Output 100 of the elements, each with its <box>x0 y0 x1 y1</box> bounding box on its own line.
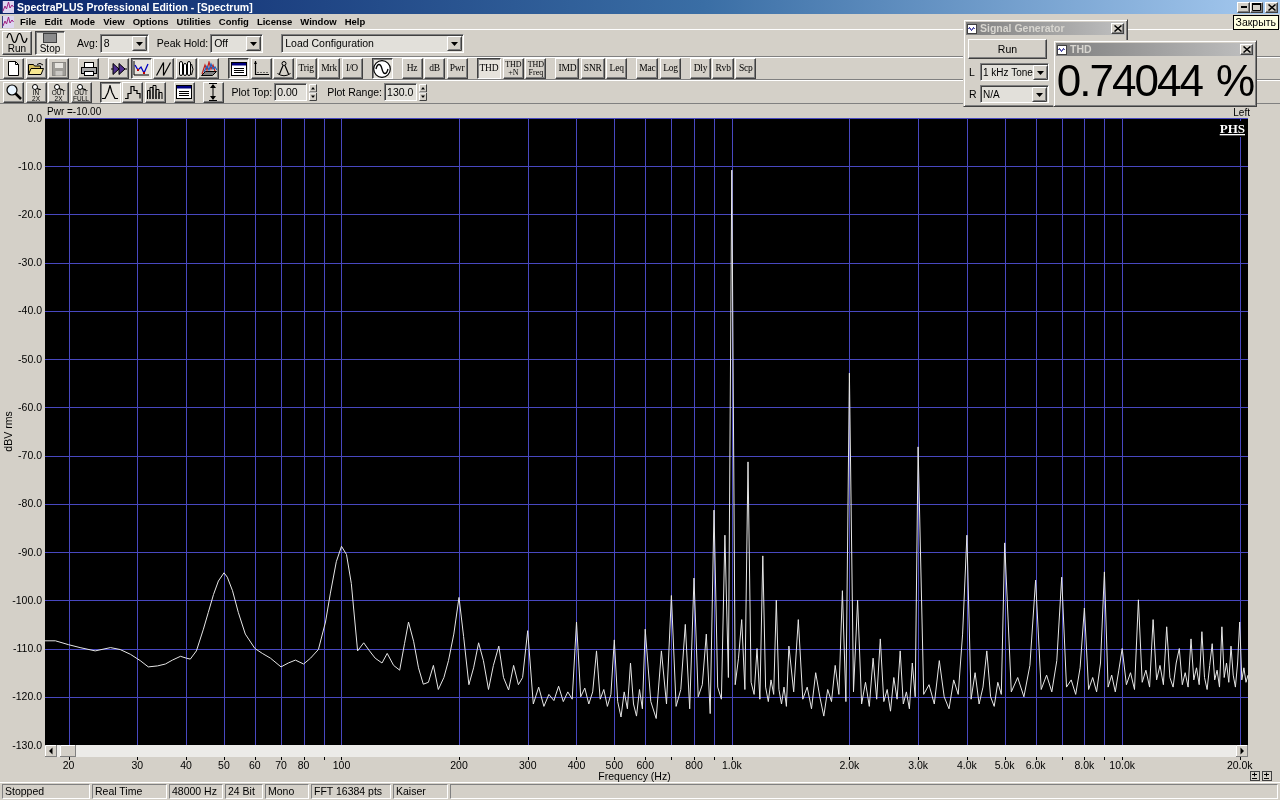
right-arrow-icon <box>1240 747 1244 755</box>
toolbar-button[interactable]: THD Freq <box>525 58 547 79</box>
menu-item[interactable]: Config <box>218 15 249 28</box>
run-button[interactable]: Run <box>2 31 32 55</box>
minimize-button[interactable] <box>1237 1 1250 13</box>
maximize-button[interactable] <box>1250 1 1263 13</box>
close-button[interactable] <box>1240 44 1253 55</box>
dropdown[interactable]: Off <box>210 33 264 53</box>
toolbar-button[interactable]: Scp <box>735 58 757 79</box>
open-folder-icon <box>28 62 44 75</box>
axis-tick-label: 1.0k <box>721 759 742 771</box>
axis-tick-label: 300 <box>518 759 537 771</box>
window-list-icon <box>230 61 247 76</box>
toolbar-button[interactable]: Trig <box>295 58 317 79</box>
menu-item[interactable]: License <box>256 15 293 28</box>
axis-tick-label: -110.0 <box>13 642 42 655</box>
axis-tick-label: 20 <box>62 759 75 771</box>
axis-tick-label: 5.0k <box>994 759 1015 771</box>
field-label: Peak Hold: <box>156 37 209 49</box>
toolbar-button[interactable]: Hz <box>401 58 423 79</box>
scrollbar[interactable] <box>45 745 1248 757</box>
close-icon <box>1242 46 1251 53</box>
new-file-icon <box>8 61 19 76</box>
toolbar-button[interactable] <box>130 58 152 79</box>
scroll-left-button[interactable] <box>45 745 57 757</box>
close-icon <box>1267 3 1276 11</box>
status-text: FFT 16384 pts <box>311 784 391 799</box>
channel-label: Left <box>1233 107 1250 118</box>
dropdown[interactable]: 8 <box>99 33 149 53</box>
axis-tick-label: -80.0 <box>18 497 42 510</box>
axis-tick-label: 30 <box>131 759 144 771</box>
axis-tick-label: -10.0 <box>18 159 42 172</box>
close-button[interactable] <box>1111 23 1124 34</box>
axis-title: dBV rms <box>2 411 14 452</box>
axis-tick-label: -130.0 <box>12 738 42 751</box>
status-text: Real Time <box>92 784 167 799</box>
menu-item[interactable]: View <box>103 15 125 28</box>
toolbar-button[interactable] <box>371 58 393 79</box>
wave-icon <box>1057 44 1067 55</box>
sawtooth-icon <box>155 61 172 76</box>
dropdown[interactable]: N/A <box>980 85 1049 103</box>
menu-item[interactable]: Mode <box>70 15 96 28</box>
dropdown[interactable]: 1 kHz Tone <box>980 63 1049 81</box>
plus-minus-icon[interactable] <box>1262 771 1272 781</box>
axis-tick-label: 8.0k <box>1074 759 1095 771</box>
stop-button[interactable]: Stop <box>35 31 65 55</box>
app-icon[interactable] <box>2 15 14 28</box>
axis-tick-label: 20.0k <box>1226 759 1253 771</box>
toolbar-button[interactable]: I/O <box>341 58 363 79</box>
dropdown[interactable]: Load Configuration <box>281 33 465 53</box>
spin-arrows-icon[interactable] <box>309 83 318 101</box>
number-field[interactable]: 130.0 <box>384 83 418 101</box>
printer-icon <box>80 61 97 76</box>
toolbar-button[interactable]: IMD <box>555 58 580 79</box>
line-graph-icon <box>133 61 149 76</box>
toolbar-button[interactable]: THD +N <box>502 58 524 79</box>
toolbar-button[interactable]: Dly <box>690 58 711 79</box>
vertical-arrows-icon <box>208 83 218 101</box>
scroll-right-button[interactable] <box>1236 745 1248 757</box>
magnifier-icon <box>54 83 63 90</box>
scrollbar-thumb[interactable] <box>60 745 76 757</box>
window-list-icon <box>176 85 192 99</box>
menu-item[interactable]: File <box>20 15 37 28</box>
menu-item[interactable]: Options <box>132 15 169 28</box>
axis-tick-label: 100 <box>332 759 351 771</box>
menu-item[interactable]: Help <box>344 15 366 28</box>
toolbar-button[interactable] <box>228 58 249 79</box>
axis-tick-label: -60.0 <box>18 400 42 413</box>
thd-value: 0.74044 % <box>1056 58 1254 104</box>
toolbar-button[interactable]: Rvb <box>712 58 734 79</box>
number-field[interactable]: 0.00 <box>274 83 308 101</box>
caret-icon <box>131 35 147 51</box>
close-button[interactable] <box>1265 1 1278 13</box>
toolbar-button[interactable]: Leq <box>606 58 628 79</box>
window-title: Signal Generator <box>980 22 1066 35</box>
step-line-icon <box>124 85 141 99</box>
toolbar-button[interactable]: Mrk <box>318 58 340 79</box>
axis-tick-label: 10.0k <box>1109 759 1136 771</box>
menu-item[interactable]: Utilities <box>176 15 211 28</box>
toolbar-button[interactable]: Log <box>660 58 681 79</box>
menu-item[interactable]: Window <box>300 15 337 28</box>
run-button[interactable]: Run <box>968 39 1047 59</box>
toolbar-button[interactable]: Pwr <box>446 58 468 79</box>
spin-arrows-icon[interactable] <box>419 83 428 101</box>
status-text: Kaiser <box>393 784 448 799</box>
search-icon <box>5 84 22 100</box>
sine-wave-icon <box>6 32 28 43</box>
toolbar-button[interactable]: dB <box>424 58 445 79</box>
toolbar-button[interactable]: Mac <box>636 58 659 79</box>
vertical-bars-icon <box>178 61 194 76</box>
plus-minus-icon[interactable] <box>1250 771 1260 781</box>
toolbar-button[interactable]: THD <box>476 58 502 79</box>
axis-tick-label: 500 <box>605 759 624 771</box>
menu-item[interactable]: Edit <box>44 15 63 28</box>
stop-icon <box>43 32 57 43</box>
power-readout: Pwr =-10.00 <box>47 106 102 117</box>
toolbar-button[interactable]: SNR <box>580 58 605 79</box>
axis-tick-label: 400 <box>567 759 586 771</box>
window-title: SpectraPLUS Professional Edition - [Spectrum] <box>17 0 254 14</box>
toolbar-button[interactable] <box>99 81 121 103</box>
